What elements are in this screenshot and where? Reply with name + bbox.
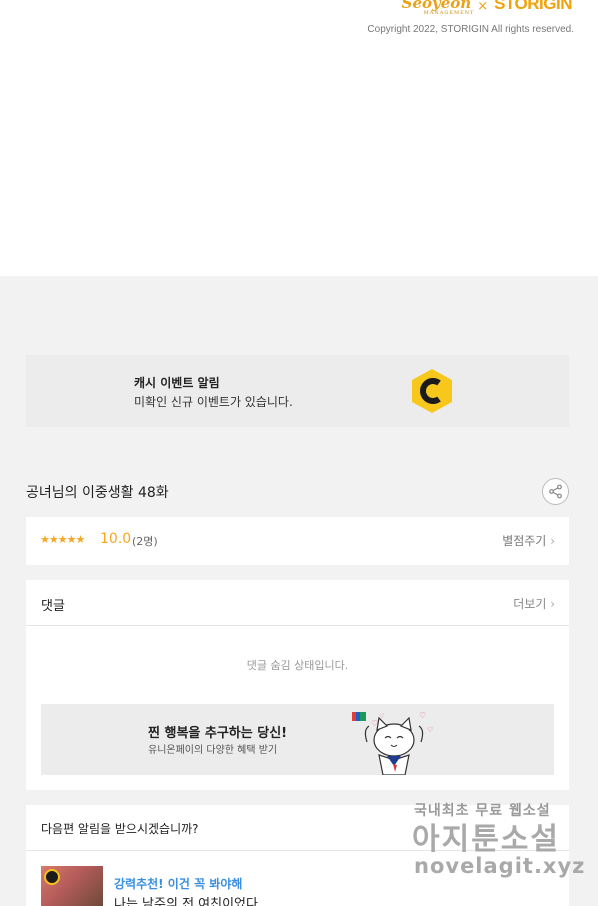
comment-header: 댓글 더보기 › [26,580,569,626]
comment-more-button[interactable]: 더보기 › [513,595,555,612]
rating-score: 10.0 [100,531,132,547]
cat-mascot-illustration: ♡ ♡ ♡ ♡ [352,711,433,775]
cash-event-title: 캐시 이벤트 알림 [134,376,220,390]
notify-title: 다음편 알림을 받으시겠습니까? [41,822,199,836]
episode-title: 공녀님의 이중생활 48화 [26,485,169,501]
comment-title: 댓글 [41,599,65,614]
recommend-thumbnail[interactable] [41,866,103,906]
svg-text:♡: ♡ [427,726,433,734]
unionpay-ad-banner[interactable]: 찐 행복을 추구하는 당신! 유니온페이의 다양한 혜택 받기 ♡ ♡ ♡ ♡ [41,704,554,775]
share-button[interactable] [542,478,569,505]
rate-button-label: 별점주기 [502,534,547,548]
rating-stars: ★★★★★ [40,533,85,546]
recommend-title[interactable]: 나는 남주의 전 여친이었다 [114,893,258,906]
chevron-right-icon: › [550,597,555,611]
rating-count: (2명) [132,535,158,548]
c-hexagon-icon [412,369,452,413]
next-episode-notify: 다음편 알림을 받으시겠습니까? 강력추천! 이건 꼭 봐야해 나는 남주의 전… [26,805,569,906]
brand-logos: Seoyeon MANAGEMENT × STORIGIN [402,0,573,18]
ad-description: 유니온페이의 다양한 혜택 받기 [148,745,278,756]
cash-event-banner[interactable]: 캐시 이벤트 알림 미확인 신규 이벤트가 있습니다. [26,355,569,427]
clock-icon [44,869,60,885]
chevron-right-icon: › [550,534,555,548]
comment-more-label: 더보기 [513,597,547,611]
logo-separator: × [477,0,489,14]
rating-card: ★★★★★ 10.0 (2명) 별점주기 › [26,517,569,565]
content-footer: Seoyeon MANAGEMENT × STORIGIN Copyright … [0,0,598,276]
rate-button[interactable]: 별점주기 › [502,532,555,549]
comment-section: 댓글 더보기 › 댓글 숨김 상태입니다. 찐 행복을 추구하는 당신! 유니온… [26,580,569,790]
ad-title: 찐 행복을 추구하는 당신! [148,726,288,741]
comment-hidden-message: 댓글 숨김 상태입니다. [246,659,349,672]
svg-text:♡: ♡ [419,711,426,720]
seoyeon-logo: Seoyeon MANAGEMENT [402,0,474,16]
cash-event-description: 미확인 신규 이벤트가 있습니다. [134,395,293,409]
share-icon [549,484,562,499]
seoyeon-logo-sub: MANAGEMENT [423,10,475,16]
storigin-logo: STORIGIN [494,0,572,13]
recommend-tag: 강력추천! 이건 꼭 봐야해 [114,877,243,891]
notify-header[interactable]: 다음편 알림을 받으시겠습니까? [26,805,569,851]
copyright-text: Copyright 2022, STORIGIN All rights rese… [367,24,574,35]
